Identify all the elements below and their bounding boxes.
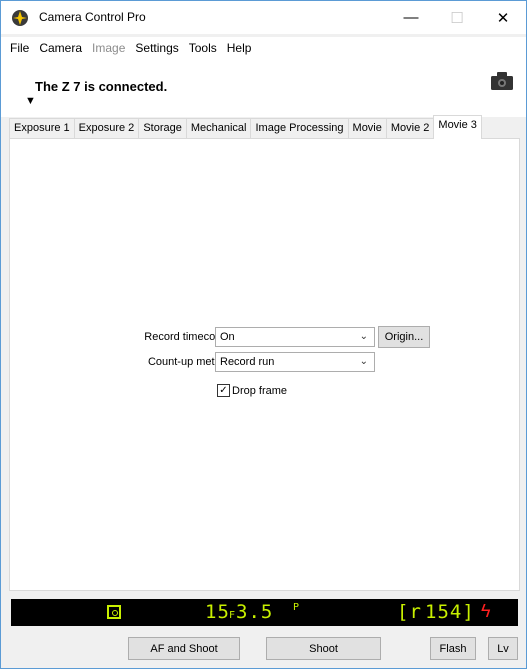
chevron-down-icon: ⌄ (359, 331, 368, 342)
lcd-aperture: 3.5 (236, 601, 274, 623)
record-timecodes-select[interactable]: On ⌄ (215, 327, 375, 347)
camera-icon (491, 72, 513, 90)
drop-frame-label: Drop frame (232, 384, 288, 397)
tab-panel-movie-3: Record timecodes: On ⌄ Origin... Count-u… (9, 138, 520, 591)
drop-frame-checkbox[interactable]: ✓ (217, 384, 230, 397)
title-bar: Camera Control Pro — ☐ ✕ (1, 1, 526, 34)
flash-ready-icon: ϟ (481, 601, 491, 621)
app-logo-icon (12, 10, 28, 26)
menu-image[interactable]: Image (87, 38, 130, 58)
tab-strip: Exposure 1 Exposure 2 Storage Mechanical… (9, 115, 482, 139)
tab-movie-2[interactable]: Movie 2 (385, 118, 435, 138)
menu-settings[interactable]: Settings (130, 38, 183, 58)
tab-exposure-2[interactable]: Exposure 2 (73, 118, 140, 138)
af-and-shoot-button[interactable]: AF and Shoot (128, 637, 240, 660)
tab-exposure-1[interactable]: Exposure 1 (9, 118, 75, 138)
tab-movie[interactable]: Movie (347, 118, 387, 138)
app-window: Camera Control Pro — ☐ ✕ File Camera Ima… (0, 0, 527, 669)
drop-frame-option[interactable]: ✓ Drop frame (217, 384, 287, 397)
menu-help[interactable]: Help (222, 38, 257, 58)
connection-status: The Z 7 is connected. (35, 79, 168, 94)
flash-button[interactable]: Flash (430, 637, 476, 660)
menu-bar: File Camera Image Settings Tools Help (1, 37, 526, 59)
metering-mode-icon (107, 605, 121, 619)
tab-movie-3[interactable]: Movie 3 (433, 115, 482, 139)
record-timecodes-value: On (220, 331, 235, 343)
lcd-exposure-mode: P (293, 602, 300, 613)
window-title: Camera Control Pro (39, 10, 146, 24)
menu-tools[interactable]: Tools (184, 38, 222, 58)
lcd-remaining-shots: 154] (425, 601, 475, 623)
expand-arrow-icon[interactable]: ▼ (25, 95, 36, 107)
menu-camera[interactable]: Camera (34, 38, 87, 58)
origin-button[interactable]: Origin... (378, 326, 430, 348)
status-area: The Z 7 is connected. ▼ (1, 59, 526, 117)
lcd-status-display: 15 F 3.5 P [r 154] ϟ (11, 599, 518, 626)
tab-mechanical[interactable]: Mechanical (185, 118, 252, 138)
tab-image-processing[interactable]: Image Processing (250, 118, 349, 138)
shoot-button[interactable]: Shoot (266, 637, 381, 660)
minimize-button[interactable]: — (388, 1, 434, 34)
lv-button[interactable]: Lv (488, 637, 518, 660)
lcd-shutter-speed: 15 (205, 601, 230, 623)
tab-storage[interactable]: Storage (138, 118, 187, 138)
maximize-button[interactable]: ☐ (434, 1, 480, 34)
close-button[interactable]: ✕ (480, 1, 526, 34)
chevron-down-icon: ⌄ (359, 356, 368, 367)
count-up-method-value: Record run (220, 356, 275, 368)
lcd-remaining-prefix: [r (397, 601, 422, 623)
count-up-method-select[interactable]: Record run ⌄ (215, 352, 375, 372)
lcd-f-label: F (229, 610, 236, 621)
menu-file[interactable]: File (5, 38, 34, 58)
